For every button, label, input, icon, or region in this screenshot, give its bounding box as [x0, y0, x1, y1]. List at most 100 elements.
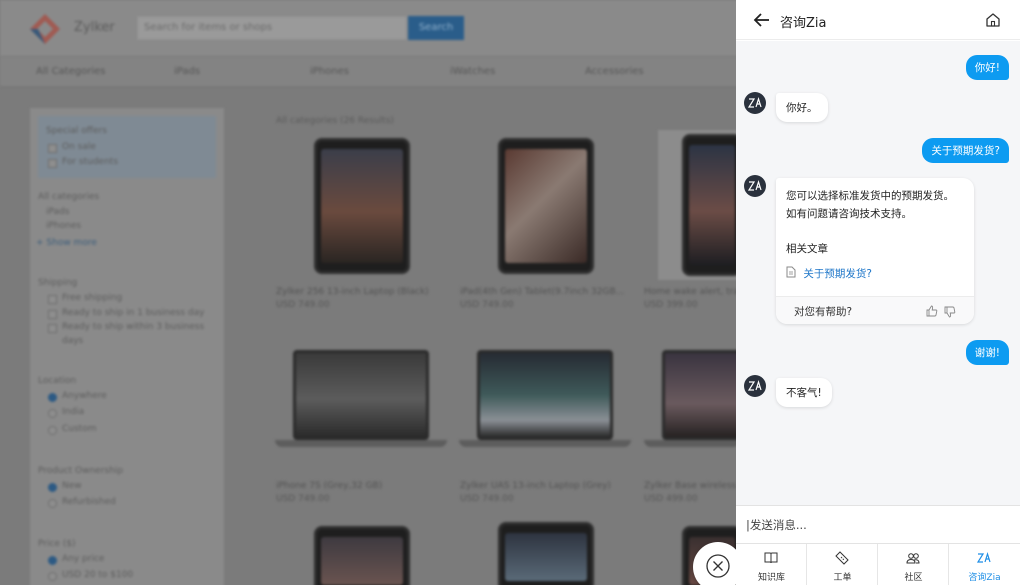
- product-image: [498, 522, 594, 585]
- related-article-label: 关于预期发货?: [803, 268, 872, 280]
- zia-icon: [748, 380, 762, 391]
- filter-label: Refurbished: [62, 497, 116, 507]
- feedback-prompt: 对您有帮助?: [794, 306, 853, 318]
- store-search-input: Search for items or shops: [137, 16, 407, 40]
- product-image: [498, 138, 594, 274]
- message-input-bar: [736, 505, 1020, 543]
- user-message: 谢谢!: [965, 340, 1009, 365]
- user-message: 你好!: [965, 55, 1009, 80]
- zia-icon: [977, 551, 991, 563]
- user-message: 关于预期发货?: [922, 138, 1009, 163]
- radio: [48, 393, 57, 402]
- shipping-title: Shipping: [38, 278, 78, 288]
- checkbox: [48, 295, 57, 304]
- document-icon: [786, 266, 796, 278]
- product-title: iPad(4th Gen) Tablet(9.7inch 32GB...: [460, 287, 625, 297]
- nav-community[interactable]: 社区: [878, 544, 949, 585]
- product-image: [662, 350, 742, 440]
- filter-label: USD 20 to $100: [62, 570, 134, 580]
- product-title: Zylker 256 13-inch Laptop (Black): [276, 287, 429, 297]
- ownership-title: Product Ownership: [38, 466, 124, 476]
- radio: [48, 556, 57, 565]
- close-circle-icon: [706, 554, 730, 578]
- radio: [48, 426, 57, 435]
- filter-label: Any price: [62, 554, 105, 564]
- filter-label: Ready to ship within 3 business: [62, 322, 205, 332]
- zia-icon: [748, 180, 762, 191]
- all-categories-title: All categories: [38, 192, 100, 202]
- thumbs-down-icon[interactable]: [944, 306, 956, 318]
- category-all: All Categories: [36, 66, 106, 77]
- category-accessories: Accessories: [585, 66, 644, 77]
- price-title: Price ($): [38, 539, 76, 549]
- thumbs-up-icon[interactable]: [926, 305, 938, 317]
- filter-label: days: [62, 336, 84, 346]
- ticket-icon: [835, 551, 849, 565]
- product-title: Zylker Base wireless...: [644, 481, 745, 491]
- chat-title: 咨询Zia: [780, 16, 827, 31]
- filter-label: Anywhere: [62, 391, 107, 401]
- bot-message: 不客气!: [776, 378, 832, 407]
- knowledge-base-icon: [764, 552, 778, 564]
- zia-avatar: [744, 92, 766, 114]
- checkbox: [48, 324, 57, 333]
- product-title: Home wake alert, tra...: [644, 287, 748, 297]
- radio: [48, 409, 57, 418]
- product-image: [293, 350, 429, 440]
- home-icon[interactable]: [984, 11, 1002, 29]
- product-title: Zylker UAS 13-inch Laptop (Grey): [460, 481, 611, 491]
- product-image: [682, 134, 742, 276]
- checkbox: [48, 159, 57, 168]
- filter-label: New: [62, 481, 82, 491]
- message-input[interactable]: [746, 515, 1006, 535]
- special-offers-title: Special offers: [46, 126, 107, 136]
- chat-header: 咨询Zia: [736, 0, 1020, 40]
- zia-avatar: [744, 175, 766, 197]
- bot-message: 你好。: [776, 93, 828, 122]
- nav-tickets[interactable]: 工单: [807, 544, 878, 585]
- product-image: [314, 138, 410, 274]
- product-price: USD 499.00: [644, 494, 698, 504]
- chat-messages: 你好! 你好。 关于预期发货? 您可以选择标准发货中的预期发货。 如有问题请咨询…: [736, 41, 1020, 505]
- laptop-base: [459, 440, 631, 447]
- store-search-button: Search: [408, 16, 464, 40]
- laptop-base: [275, 440, 447, 447]
- filter-label: Ready to ship in 1 business day: [62, 308, 205, 318]
- category-bar: All Categories iPads iPhones iWatches Ac…: [0, 57, 740, 87]
- chat-bottom-nav: 知识库 工单 社区 咨询Zia: [736, 543, 1020, 585]
- checkbox: [48, 144, 57, 153]
- related-article-link[interactable]: 关于预期发货?: [786, 266, 872, 281]
- nav-label: 知识库: [757, 573, 785, 583]
- radio: [48, 572, 57, 581]
- show-more-link: + Show more: [36, 238, 97, 248]
- nav-knowledge-base[interactable]: 知识库: [736, 544, 807, 585]
- filter-sidebar: Special offers On sale For students All …: [30, 108, 224, 585]
- nav-label: 社区: [904, 573, 923, 583]
- product-price: USD 749.00: [276, 300, 330, 310]
- zia-icon: [748, 97, 762, 108]
- filter-label: For students: [62, 157, 119, 167]
- feedback-row: 对您有帮助?: [776, 296, 974, 324]
- filter-label: India: [62, 407, 85, 417]
- nav-label: 工单: [833, 573, 852, 583]
- results-title: All categories (26 Results): [276, 116, 394, 126]
- chat-panel: 咨询Zia 你好! 你好。 关于预期发货? 您可以选择标准发货中的预期发货。 如…: [736, 0, 1020, 585]
- back-arrow-icon[interactable]: [752, 10, 772, 30]
- product-image: [477, 350, 613, 440]
- store-header: Zylker Search for items or shops Search: [0, 0, 740, 56]
- product-price: USD 399.00: [644, 300, 698, 310]
- product-image: [314, 526, 410, 585]
- checkbox: [48, 310, 57, 319]
- related-articles-title: 相关文章: [786, 243, 828, 255]
- community-icon: [906, 553, 920, 564]
- bot-message-line: 如有问题请咨询技术支持。: [786, 208, 912, 220]
- product-price: USD 749.00: [276, 494, 330, 504]
- radio: [48, 483, 57, 492]
- nav-label: 咨询Zia: [968, 573, 1001, 583]
- store-brand: Zylker: [74, 20, 115, 35]
- zia-avatar: [744, 375, 766, 397]
- radio: [48, 499, 57, 508]
- product-price: USD 749.00: [460, 494, 514, 504]
- category-iwatches: iWatches: [450, 66, 496, 77]
- nav-zia[interactable]: 咨询Zia: [949, 544, 1020, 585]
